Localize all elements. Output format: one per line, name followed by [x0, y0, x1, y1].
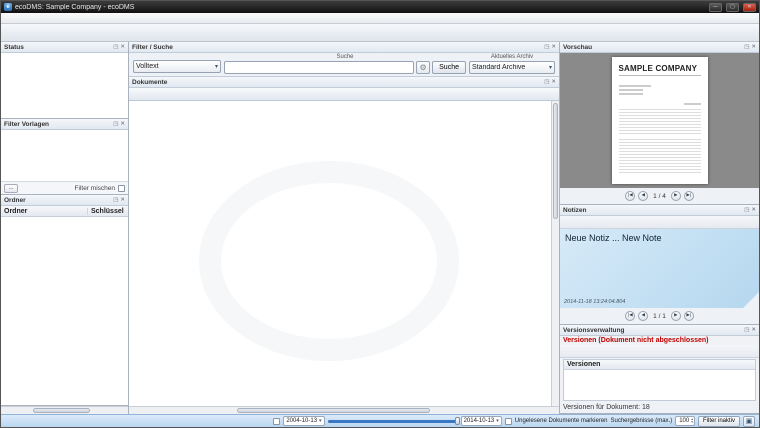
first-page-button[interactable]: |◀ [625, 191, 635, 201]
date-to-field[interactable]: 2014-10-13 [461, 416, 502, 426]
ecodms-window: e ecoDMS: Sample Company - ecoDMS — ▢ ✕ … [0, 0, 760, 428]
notes-pager: |◀ ◀ 1 / 1 ▶ ▶| [560, 308, 759, 324]
panel-float-icon[interactable] [744, 43, 749, 52]
preview-panel-title: Vorschau [563, 44, 592, 51]
main-toolbar [1, 24, 759, 42]
prev-page-button[interactable]: ◀ [638, 191, 648, 201]
archive-group-label: Aktuelles Archiv [469, 53, 555, 61]
preview-page-indicator: 1 / 4 [651, 193, 668, 200]
note-text: Neue Notiz ... New Note [565, 233, 754, 243]
prev-note-button[interactable]: ◀ [638, 311, 648, 321]
folder-panel: Ordner Ordner Schlüssel [1, 195, 128, 406]
unread-checkbox[interactable] [505, 418, 512, 425]
panel-close-icon[interactable] [751, 326, 756, 335]
panel-close-icon[interactable] [551, 78, 556, 87]
minimize-button[interactable]: — [709, 3, 722, 12]
next-note-button[interactable]: ▶ [671, 311, 681, 321]
search-button[interactable]: Suche [432, 61, 466, 74]
panel-float-icon[interactable] [544, 43, 549, 52]
preview-panel: Vorschau SAMPLE COMPANY |◀ ◀ [560, 42, 759, 205]
right-sidebar: Vorschau SAMPLE COMPANY |◀ ◀ [560, 42, 759, 414]
search-row: Volltext Suche ⚙ Suche Aktuelles Archiv … [129, 53, 559, 77]
folder-column-schluessel: Schlüssel [88, 208, 128, 215]
gear-icon: ⚙ [420, 63, 427, 72]
table-header [129, 88, 559, 101]
filter-panel-title: Filter Vorlagen [4, 121, 49, 128]
panel-float-icon[interactable] [113, 120, 118, 129]
panel-float-icon[interactable] [544, 78, 549, 87]
search-panel-title: Filter / Suche [132, 44, 173, 51]
table-vscrollbar[interactable] [551, 101, 559, 406]
panel-float-icon[interactable] [113, 196, 118, 205]
results-label: Suchergebnisse (max.) [611, 418, 673, 424]
results-spinner[interactable]: 100▴▾ [675, 416, 695, 426]
note-page-indicator: 1 / 1 [651, 313, 668, 320]
status-panel-title: Status [4, 44, 24, 51]
preview-pager: |◀ ◀ 1 / 4 ▶ ▶| [560, 188, 759, 204]
session-icon[interactable]: ▣ [743, 416, 755, 427]
preview-doc-title: SAMPLE COMPANY [619, 64, 701, 73]
versions-panel-title: Versionsverwaltung [563, 327, 624, 334]
title-bar: e ecoDMS: Sample Company - ecoDMS — ▢ ✕ [1, 1, 759, 13]
panel-close-icon[interactable] [120, 43, 125, 52]
more-filters-button[interactable]: ... [4, 184, 18, 193]
fulltext-select[interactable]: Volltext [133, 60, 221, 73]
maximize-button[interactable]: ▢ [726, 3, 739, 12]
panel-float-icon[interactable] [113, 43, 118, 52]
timeline-slider[interactable] [328, 420, 458, 423]
mix-filter-checkbox[interactable] [118, 185, 125, 192]
folder-hscrollbar[interactable] [1, 406, 128, 414]
documents-table [129, 88, 559, 414]
panel-float-icon[interactable] [744, 326, 749, 335]
panel-close-icon[interactable] [120, 196, 125, 205]
timeline-checkbox[interactable] [273, 418, 280, 425]
note-timestamp: 2014-11-18 13:24:04.804 [564, 299, 625, 305]
search-input[interactable] [224, 61, 414, 74]
folder-panel-title: Ordner [4, 197, 26, 204]
last-page-button[interactable]: ▶| [684, 191, 694, 201]
filter-templates-panel: Filter Vorlagen ... Filter mischen [1, 119, 128, 195]
status-panel: Status [1, 42, 128, 119]
panel-close-icon[interactable] [120, 120, 125, 129]
last-note-button[interactable]: ▶| [684, 311, 694, 321]
folder-column-ordner: Ordner [1, 208, 88, 215]
panel-close-icon[interactable] [751, 43, 756, 52]
panel-close-icon[interactable] [551, 43, 556, 52]
documents-panel-title: Dokumente [132, 79, 167, 86]
notes-panel-title: Notizen [563, 207, 586, 214]
panel-float-icon[interactable] [744, 206, 749, 215]
document-preview[interactable]: SAMPLE COMPANY [560, 53, 759, 188]
panel-close-icon[interactable] [751, 206, 756, 215]
versions-panel: Versionsverwaltung Versionen (Dokument n… [560, 325, 759, 414]
status-bar: 2004-10-13 2014-10-13 Ungelesene Dokumen… [1, 414, 759, 427]
window-title: ecoDMS: Sample Company - ecoDMS [15, 4, 705, 11]
table-hscrollbar[interactable] [129, 406, 559, 414]
first-note-button[interactable]: |◀ [625, 311, 635, 321]
mix-filter-label: Filter mischen [75, 185, 115, 192]
left-sidebar: Status Filter Vorlagen ... Filter mische… [1, 42, 129, 414]
table-body [129, 101, 551, 406]
menu-bar [1, 13, 759, 24]
versions-footer: Versionen für Dokument: 18 [560, 402, 759, 413]
filter-inactive-button[interactable]: Filter inaktiv [698, 416, 740, 427]
next-page-button[interactable]: ▶ [671, 191, 681, 201]
center-area: Filter / Suche Volltext Suche ⚙ Suche Ak… [129, 42, 560, 414]
notes-panel: Notizen Neue Notiz ... New Note 2014-11-… [560, 205, 759, 325]
archive-select[interactable]: Standard Archive [469, 61, 555, 74]
versions-list-header: Versionen [564, 360, 755, 370]
app-icon: e [4, 3, 12, 11]
date-from-field[interactable]: 2004-10-13 [283, 416, 324, 426]
close-button[interactable]: ✕ [743, 3, 756, 12]
versions-warning: Versionen (Dokument nicht abgeschlossen) [560, 336, 759, 345]
search-settings-button[interactable]: ⚙ [416, 61, 430, 74]
folder-columns: Ordner Schlüssel [1, 206, 128, 217]
main-area: Status Filter Vorlagen ... Filter mische… [1, 42, 759, 414]
search-group-label: Suche [224, 53, 466, 61]
note-content[interactable]: Neue Notiz ... New Note 2014-11-18 13:24… [560, 229, 759, 308]
unread-label: Ungelesene Dokumente markieren [515, 418, 608, 424]
preview-page: SAMPLE COMPANY [612, 57, 708, 184]
versions-list: Versionen [563, 359, 756, 401]
filter-footer: ... Filter mischen [1, 181, 128, 194]
